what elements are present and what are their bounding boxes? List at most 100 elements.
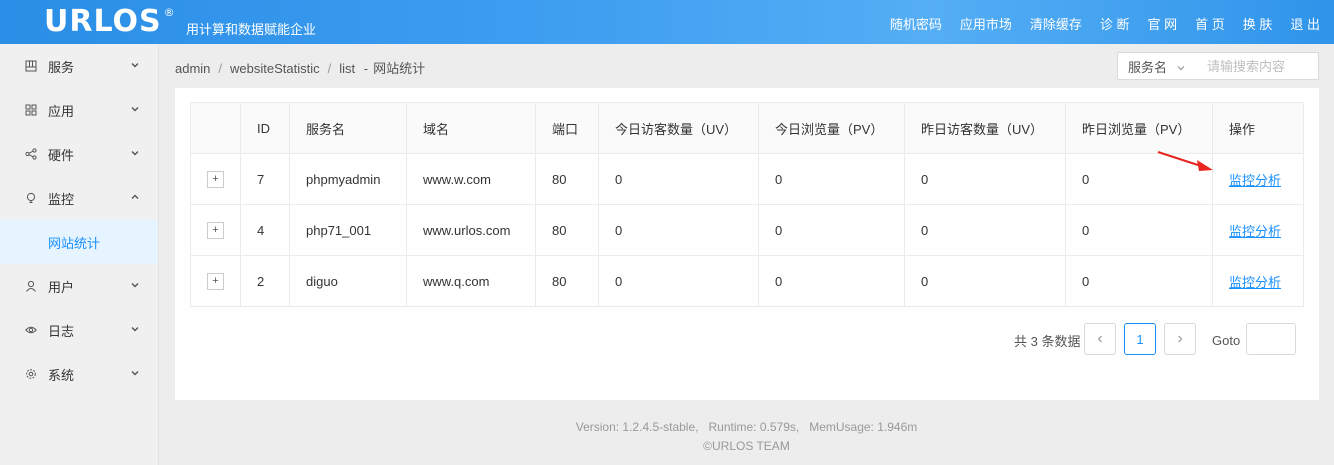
breadcrumb-separator: / — [218, 61, 223, 76]
sidebar-item-label: 系统 — [48, 367, 75, 383]
pagination-next-button[interactable]: › — [1164, 323, 1196, 355]
sidebar-subitem-website-stats[interactable]: 网站统计 — [0, 220, 158, 264]
table-row: + 7 phpmyadmin www.w.com 80 0 0 0 0 监控分析 — [190, 153, 1304, 205]
sidebar-item-hardware[interactable]: 硬件 — [0, 132, 158, 176]
stats-table: ID 服务名 域名 端口 今日访客数量（UV） 今日浏览量（PV） 昨日访客数量… — [190, 102, 1304, 307]
chevron-up-icon — [130, 190, 140, 205]
footer-memusage: MemUsage: 1.946m — [809, 420, 918, 434]
nav-clear-cache[interactable]: 清除缓存 — [1030, 14, 1082, 33]
cell-uv-today: 0 — [598, 255, 759, 307]
monitor-analysis-link[interactable]: 监控分析 — [1229, 224, 1281, 239]
table-header-row: ID 服务名 域名 端口 今日访客数量（UV） 今日浏览量（PV） 昨日访客数量… — [190, 102, 1304, 154]
search-input[interactable] — [1196, 52, 1319, 80]
breadcrumb-separator: / — [327, 61, 332, 76]
monitor-analysis-link[interactable]: 监控分析 — [1229, 275, 1281, 290]
monitor-analysis-link[interactable]: 监控分析 — [1229, 173, 1281, 188]
search-field-select[interactable]: 服务名 — [1117, 52, 1197, 80]
cell-id: 4 — [240, 204, 290, 256]
sidebar-item-logs[interactable]: 日志 — [0, 308, 158, 352]
sidebar-item-service[interactable]: 服务 — [0, 44, 158, 88]
column-header-uv-yesterday: 昨日访客数量（UV） — [904, 102, 1066, 154]
cell-action: 监控分析 — [1212, 255, 1304, 307]
bulb-icon — [24, 191, 38, 205]
table-row: + 2 diguo www.q.com 80 0 0 0 0 监控分析 — [190, 255, 1304, 307]
main-panel: ID 服务名 域名 端口 今日访客数量（UV） 今日浏览量（PV） 昨日访客数量… — [175, 88, 1319, 400]
cell-uv-today: 0 — [598, 153, 759, 205]
nav-skin[interactable]: 换 肤 — [1243, 14, 1273, 33]
annotation-arrow-icon — [1157, 151, 1213, 171]
column-header-service-name: 服务名 — [289, 102, 407, 154]
sidebar-item-label: 服务 — [48, 59, 75, 75]
sidebar-item-users[interactable]: 用户 — [0, 264, 158, 308]
sidebar-item-label: 用户 — [48, 279, 75, 295]
cell-domain: www.q.com — [406, 255, 536, 307]
cell-uv-yesterday: 0 — [904, 204, 1066, 256]
sidebar-item-apps[interactable]: 应用 — [0, 88, 158, 132]
cell-service-name: diguo — [289, 255, 407, 307]
sidebar: 服务 应用 硬件 监控 网站统计 用户 日志 系统 — [0, 44, 159, 465]
column-header-pv-today: 今日浏览量（PV） — [758, 102, 905, 154]
column-header-expand — [190, 102, 241, 154]
expand-row-button[interactable]: + — [207, 171, 224, 188]
chevron-down-icon — [130, 278, 140, 293]
cell-pv-yesterday: 0 — [1065, 255, 1213, 307]
footer-runtime: Runtime: 0.579s, — [708, 420, 800, 434]
cell-service-name: phpmyadmin — [289, 153, 407, 205]
footer-copyright: ©URLOS TEAM — [703, 439, 790, 453]
chevron-down-icon — [130, 58, 140, 73]
cell-pv-today: 0 — [758, 255, 905, 307]
expand-cell: + — [190, 204, 241, 256]
cell-port: 80 — [535, 255, 599, 307]
sidebar-item-system[interactable]: 系统 — [0, 352, 158, 396]
column-header-domain: 域名 — [406, 102, 536, 154]
breadcrumb: admin / websiteStatistic / list - 网站统计 — [175, 58, 425, 77]
nav-official-site[interactable]: 官 网 — [1148, 14, 1178, 33]
cell-pv-yesterday: 0 — [1065, 204, 1213, 256]
footer: Version: 1.2.4.5-stable, Runtime: 0.579s,… — [159, 418, 1334, 456]
column-header-action: 操作 — [1212, 102, 1304, 154]
nav-random-password[interactable]: 随机密码 — [890, 14, 942, 33]
sidebar-item-label: 硬件 — [48, 147, 75, 163]
footer-version: Version: 1.2.4.5-stable, — [575, 420, 699, 434]
expand-cell: + — [190, 255, 241, 307]
cell-domain: www.urlos.com — [406, 204, 536, 256]
sidebar-item-label: 日志 — [48, 323, 75, 339]
cell-id: 7 — [240, 153, 290, 205]
nav-diagnose[interactable]: 诊 断 — [1100, 14, 1130, 33]
search-field-value: 服务名 — [1128, 59, 1168, 75]
cell-port: 80 — [535, 153, 599, 205]
nav-home[interactable]: 首 页 — [1195, 14, 1225, 33]
breadcrumb-dash: - — [363, 61, 369, 76]
chevron-down-icon — [1176, 61, 1186, 76]
gear-icon — [24, 367, 38, 381]
expand-row-button[interactable]: + — [207, 222, 224, 239]
sidebar-item-monitor[interactable]: 监控 — [0, 176, 158, 220]
logo[interactable]: URLOS ® — [44, 4, 176, 39]
cell-service-name: php71_001 — [289, 204, 407, 256]
pagination-page-1[interactable]: 1 — [1124, 323, 1156, 355]
chevron-right-icon: › — [1177, 330, 1183, 347]
column-header-id: ID — [240, 102, 290, 154]
goto-page-input[interactable] — [1246, 323, 1296, 355]
expand-row-button[interactable]: + — [207, 273, 224, 290]
column-header-uv-today: 今日访客数量（UV） — [598, 102, 759, 154]
pagination-prev-button[interactable]: ‹ — [1084, 323, 1116, 355]
cell-id: 2 — [240, 255, 290, 307]
breadcrumb-website-statistic[interactable]: websiteStatistic — [230, 61, 320, 76]
goto-label: Goto — [1212, 333, 1241, 348]
column-header-port: 端口 — [535, 102, 599, 154]
cell-pv-today: 0 — [758, 204, 905, 256]
chevron-down-icon — [130, 322, 140, 337]
cell-uv-today: 0 — [598, 204, 759, 256]
sidebar-item-label: 监控 — [48, 191, 75, 207]
sidebar-item-label: 应用 — [48, 103, 75, 119]
pagination-total: 共 3 条数据 — [1014, 334, 1081, 349]
nav-logout[interactable]: 退 出 — [1290, 14, 1320, 33]
top-header: URLOS ® 用计算和数据赋能企业 随机密码 应用市场 清除缓存 诊 断 官 网… — [0, 0, 1334, 44]
grid-icon — [24, 59, 38, 73]
nav-app-market[interactable]: 应用市场 — [960, 14, 1012, 33]
eye-icon — [24, 323, 38, 337]
apps-icon — [24, 103, 38, 117]
cell-uv-yesterday: 0 — [904, 255, 1066, 307]
breadcrumb-admin[interactable]: admin — [175, 61, 210, 76]
